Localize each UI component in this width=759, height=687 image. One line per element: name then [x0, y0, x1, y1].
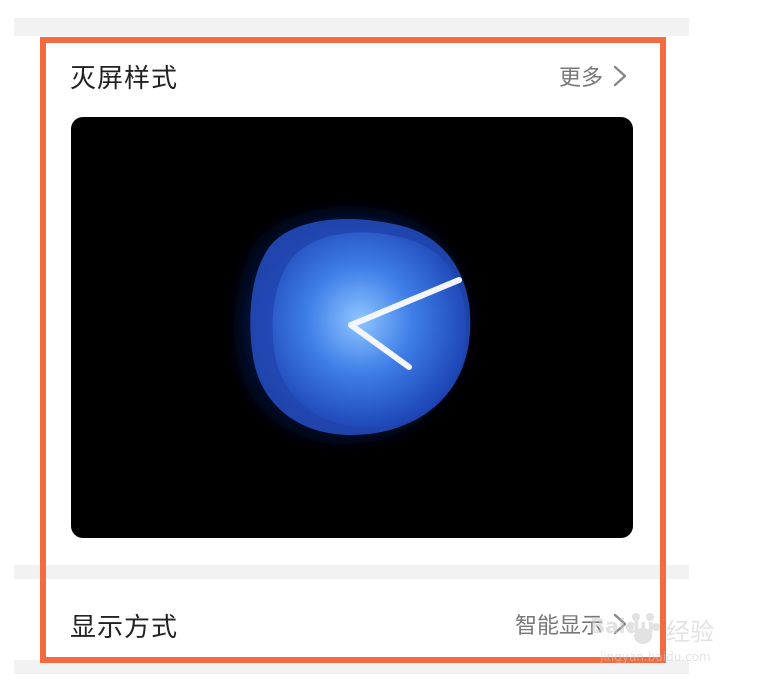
section-divider	[14, 18, 689, 36]
lock-screen-preview[interactable]	[71, 117, 633, 538]
more-link[interactable]: 更多	[559, 60, 631, 92]
chevron-right-icon	[613, 65, 627, 87]
more-label: 更多	[558, 66, 603, 91]
baidu-jingyan-watermark: Baidu 经验 jingyan.baidu.com	[590, 604, 750, 668]
section-divider	[14, 660, 689, 674]
display-mode-title: 显示方式	[70, 613, 179, 643]
clock-face-icon	[235, 207, 471, 443]
lock-screen-style-title: 灭屏样式	[70, 64, 179, 94]
watermark-url: jingyan.baidu.com	[600, 650, 711, 664]
watermark-brand: Baidu	[590, 614, 655, 638]
settings-page: 灭屏样式 更多 显示方式 智能显示 Baidu 经验 jingyan.baidu…	[0, 0, 759, 687]
watermark-product: 经验	[666, 618, 714, 646]
section-divider	[14, 565, 689, 579]
